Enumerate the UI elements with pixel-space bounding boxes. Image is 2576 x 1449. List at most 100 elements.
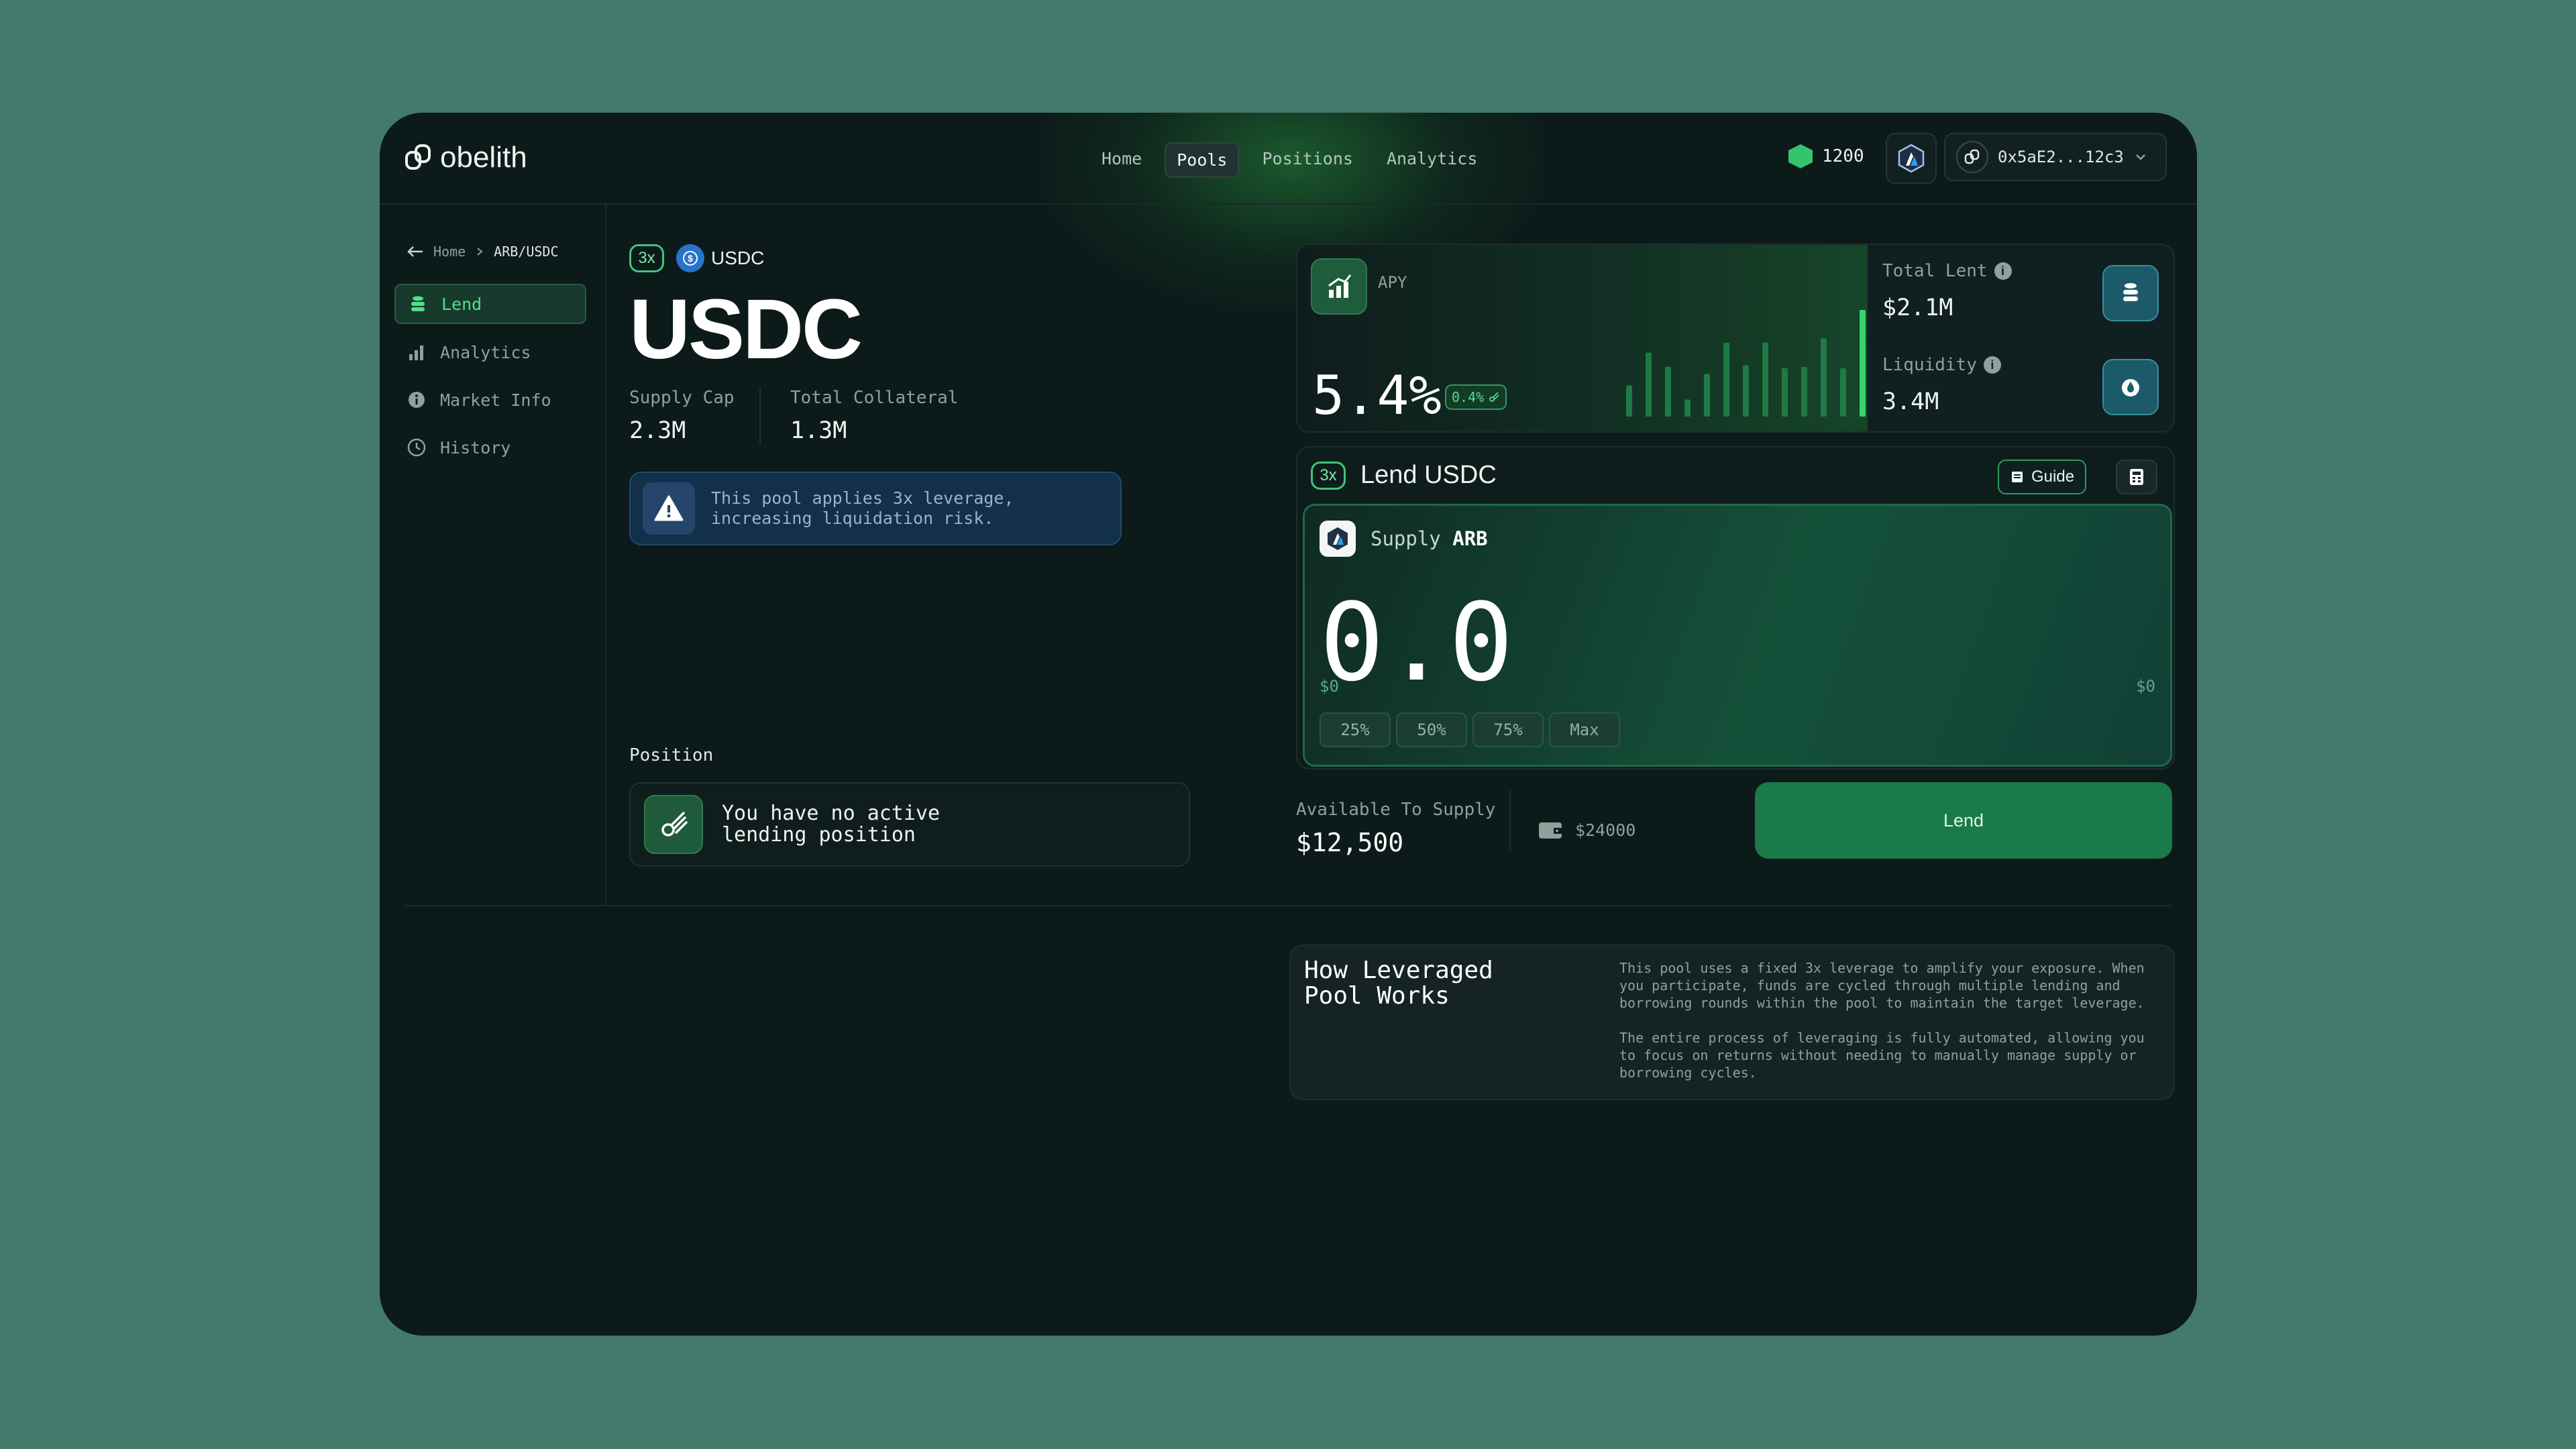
sidebar-item-label: Analytics [440,342,531,362]
arbitrum-token-icon [1320,521,1356,557]
apy-bar [1801,366,1807,417]
amount-input[interactable]: 0.0 [1320,580,1513,705]
apy-bar [1723,342,1729,417]
nav-pools[interactable]: Pools [1165,142,1240,178]
arbitrum-icon [1898,144,1925,173]
nav-positions[interactable]: Positions [1251,142,1363,178]
supply-token: ARB [1452,527,1488,550]
chart-up-icon [1311,258,1367,315]
droplet-icon [2102,359,2159,415]
app-window: obelith Home Pools Positions Analytics 1… [380,113,2197,1336]
max-button[interactable]: Max [1549,712,1620,747]
sidebar-item-label: History [440,437,511,458]
supply-cap-value: 2.3M [629,417,686,444]
lend-title: Lend USDC [1360,461,1497,489]
leverage-badge: 3x [629,244,664,272]
breadcrumb-home[interactable]: Home [433,244,466,260]
wallet-button[interactable]: 0x5aE2...12c3 [1944,133,2167,181]
breadcrumb: Home ARB/USDC [407,244,559,260]
arrow-left-icon[interactable] [407,245,424,258]
info-paragraph: This pool uses a fixed 3x leverage to am… [1619,960,2145,1011]
apy-bar [1684,399,1690,417]
sidebar: Home ARB/USDC Lend Analytics Market Info… [380,203,606,906]
apy-value: 5.4% [1312,364,1442,427]
apy-bar [1782,368,1788,417]
warning-text: This pool applies 3x leverage, increasin… [711,488,1014,528]
info-icon[interactable]: i [1983,356,2001,374]
breadcrumb-current: ARB/USDC [494,244,559,260]
apy-bar [1646,352,1652,417]
lend-header: 3x Lend USDC [1311,461,1497,490]
lend-button[interactable]: Lend [1755,782,2172,859]
main-nav: Home Pools Positions Analytics [1091,142,1488,178]
total-lent-label-row: Total Lent i [1882,261,2012,281]
empty-position-text: You have no active lending position [722,802,941,847]
total-lent-value: $2.1M [1882,294,1953,321]
wallet-link-icon [1956,141,1988,173]
points-balance[interactable]: 1200 [1788,144,1864,168]
liquidity-label: Liquidity [1882,355,1977,375]
wallet-balance-value: $24000 [1575,820,1636,840]
total-collateral-value: 1.3M [790,417,847,444]
liquidity-value: 3.4M [1882,388,1939,415]
info-paragraph: The entire process of leveraging is full… [1619,1030,2145,1081]
sidebar-item-label: Market Info [440,390,551,410]
section-divider [404,905,2172,906]
apy-bar [1665,366,1671,417]
apy-bar [1743,365,1749,417]
guide-label: Guide [2031,468,2075,486]
sidebar-item-analytics[interactable]: Analytics [394,332,586,372]
nav-analytics[interactable]: Analytics [1376,142,1488,178]
logo-text: obelith [440,141,527,174]
leverage-warning: This pool applies 3x leverage, increasin… [629,472,1122,545]
percent-50-button[interactable]: 50% [1396,712,1467,747]
page-title: USDC [629,282,863,376]
lend-card: 3x Lend USDC Guide Supply ARB 0.0 $0 $0 … [1296,446,2175,769]
points-value: 1200 [1822,146,1864,166]
supply-label: Supply [1371,527,1441,550]
percent-buttons: 25% 50% 75% Max [1320,712,1620,747]
asset-symbol: USDC [711,248,765,268]
how-it-works-card: How Leveraged Pool Works This pool uses … [1289,945,2175,1100]
apy-card: APY 5.4% 0.4% Total Lent i $2.1M Liquidi… [1296,244,2175,433]
warning-icon [643,482,695,535]
wallet-icon [1539,822,1563,839]
total-collateral-stat: Total Collateral 1.3M [790,388,958,444]
pool-stats: Total Lent i $2.1M Liquidity i 3.4M [1868,245,2174,431]
info-icon[interactable]: i [1994,262,2012,280]
comet-small-icon [1489,392,1499,402]
total-collateral-label: Total Collateral [790,388,959,408]
sidebar-item-market-info[interactable]: Market Info [394,380,586,420]
wallet-address: 0x5aE2...12c3 [1998,148,2124,166]
apy-change-chip: 0.4% [1445,384,1507,410]
coin-stack-icon [411,296,425,311]
nav-home[interactable]: Home [1091,142,1152,178]
apy-bar [1626,385,1632,417]
coin-stack-icon [2102,265,2159,321]
info-body: This pool uses a fixed 3x leverage to am… [1619,959,2156,1099]
top-bar: obelith Home Pools Positions Analytics 1… [380,113,2197,205]
available-value: $12,500 [1296,828,1404,857]
sidebar-item-lend[interactable]: Lend [394,284,586,324]
position-card: You have no active lending position [629,782,1190,867]
calculator-button[interactable] [2116,460,2157,494]
comet-icon [644,795,703,854]
guide-button[interactable]: Guide [1998,460,2087,494]
stat-divider [759,388,761,444]
logo[interactable]: obelith [404,141,527,174]
position-label: Position [629,745,714,765]
apy-change-value: 0.4% [1452,389,1485,405]
supply-cap-label: Supply Cap [629,388,735,408]
apy-bar [1840,368,1846,417]
asset-header: 3x $ USDC [629,244,764,272]
hexagon-icon [1788,144,1813,168]
percent-25-button[interactable]: 25% [1320,712,1391,747]
apy-bar [1821,338,1827,417]
percent-75-button[interactable]: 75% [1472,712,1544,747]
chevron-right-icon [477,248,483,256]
calculator-icon [2130,469,2143,485]
network-selector[interactable] [1886,133,1937,184]
logo-icon [405,144,431,170]
sidebar-item-history[interactable]: History [394,427,586,468]
usdc-icon: $ [676,244,704,272]
